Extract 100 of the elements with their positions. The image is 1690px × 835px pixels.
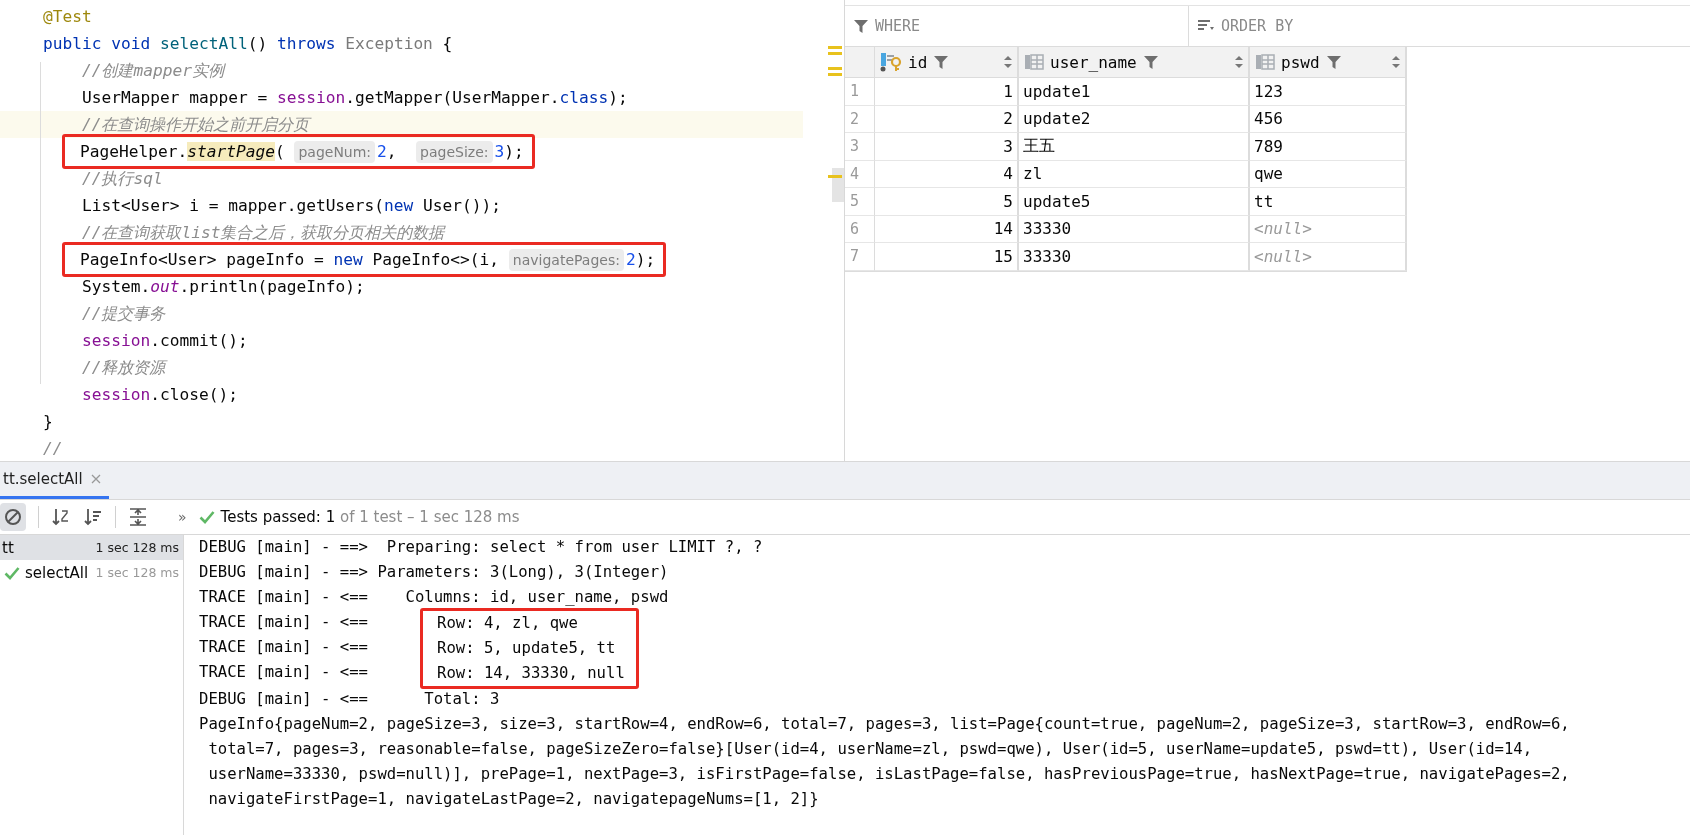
change-marker [828, 73, 842, 76]
table-cell: 王五 [1019, 133, 1250, 161]
code-line: //释放资源 [80, 357, 166, 379]
code-line: @Test [43, 6, 92, 28]
code-line: UserMapper mapper = session.getMapper(UserMapper.class); [80, 87, 628, 109]
table-cell: 3 [875, 133, 1019, 161]
table-cell: 4 [875, 160, 1019, 188]
log-prefix: TRACE [main] - <== [199, 612, 368, 633]
change-marker [828, 67, 842, 70]
sort-by-duration-icon[interactable] [83, 507, 103, 527]
filter-icon[interactable] [853, 18, 869, 34]
row-number: 2 [845, 105, 875, 133]
table-cell: 123 [1250, 78, 1407, 106]
table-cell: update5 [1019, 188, 1250, 216]
test-duration: 1 sec 128 ms [95, 540, 179, 555]
column-filter-icon[interactable] [1142, 54, 1159, 70]
table-cell: 1 [875, 78, 1019, 106]
log-prefix: TRACE [main] - <== [199, 662, 368, 683]
code-text: PageHelper.startPage( [80, 141, 286, 163]
stop-icon [4, 508, 22, 526]
run-tab[interactable]: tt.selectAll [0, 462, 109, 499]
column-name: user_name [1050, 52, 1137, 72]
table-cell: 2 [875, 105, 1019, 133]
change-marker [828, 52, 842, 55]
column-name: pswd [1281, 52, 1320, 72]
table-cell: update1 [1019, 78, 1250, 106]
table-cell: <null> [1250, 243, 1407, 271]
test-name: selectAll [25, 563, 89, 582]
table-cell: zl [1019, 160, 1250, 188]
console-line: DEBUG [main] - ==> Parameters: 3(Long), 3(Integer) [199, 562, 670, 583]
console-line: DEBUG [main] - <== Total: 3 [199, 689, 501, 710]
table-cell: 5 [875, 188, 1019, 216]
table-cell: qwe [1250, 160, 1407, 188]
sort-alphabetically-icon[interactable] [51, 507, 71, 527]
check-icon [198, 510, 215, 524]
code-line: System.out.println(pageInfo); [80, 276, 365, 298]
sort-arrows-icon[interactable] [1235, 56, 1243, 68]
table-cell: <null> [1250, 215, 1407, 243]
row-number: 4 [845, 160, 875, 188]
scrollbar-thumb[interactable] [832, 168, 844, 202]
code-text: PageInfo<User> pageInfo = new PageInfo<>(i, [80, 249, 501, 271]
sort-arrows-icon[interactable] [1392, 56, 1400, 68]
key-column-icon [880, 52, 902, 72]
code-line: //创建mapper实例 [80, 60, 224, 82]
sort-arrows-icon[interactable] [1004, 56, 1012, 68]
stop-button[interactable] [0, 503, 26, 531]
table-cell: 456 [1250, 105, 1407, 133]
console-line: DEBUG [main] - ==> Preparing: select * from user LIMIT ?, ? [199, 537, 764, 558]
column-icon [1255, 53, 1275, 71]
code-text: 2, [377, 141, 398, 163]
row-number: 7 [845, 243, 875, 271]
console-line: navigateFirstPage=1, navigateLastPage=2, navigatepageNums=[1, 2]} [207, 789, 820, 810]
more-actions[interactable]: » [178, 509, 187, 525]
inlay-hint: navigatePages: [508, 248, 624, 271]
console-line: total=7, pages=3, reasonable=false, pageSizeZero=false}[User(id=4, userName=zl, pswd=qwe), User(id=5, userName=update5, pswd=tt), User(id=14, [207, 739, 1534, 760]
expand-all-icon[interactable] [128, 507, 148, 527]
test-duration: 1 sec 128 ms [95, 565, 179, 580]
column-filter-icon[interactable] [933, 54, 950, 70]
code-line: List<User> i = mapper.getUsers(new User()); [80, 195, 502, 217]
column-header[interactable]: pswd [1250, 47, 1407, 78]
row-number: 6 [845, 215, 875, 243]
check-icon [4, 565, 20, 580]
test-name: tt [2, 538, 14, 557]
sort-icon[interactable] [1197, 19, 1215, 33]
console-line: TRACE [main] - <== Columns: id, user_name, pswd [199, 587, 670, 608]
row-number: 1 [845, 78, 875, 106]
code-line: public void selectAll() throws Exception { [43, 33, 453, 55]
table-cell: 15 [875, 243, 1019, 271]
code-line: session.close(); [80, 384, 238, 406]
code-text: 2); [625, 249, 656, 271]
row-number: 5 [845, 188, 875, 216]
table-cell: 14 [875, 215, 1019, 243]
log-row-text: Row: 4, zl, qwe [437, 613, 579, 634]
code-line: session.commit(); [80, 330, 248, 352]
console-line: PageInfo{pageNum=2, pageSize=3, size=3, startRow=4, endRow=6, total=7, pages=3, list=Page{count=true, pageNum=2, pageSize=3, startRow=3, endRow=6, [199, 714, 1571, 735]
test-tree-item[interactable]: selectAll 1 sec 128 ms [0, 560, 183, 585]
test-tree-item[interactable]: tt 1 sec 128 ms [0, 535, 183, 560]
change-marker [828, 175, 842, 178]
column-header[interactable]: user_name [1019, 47, 1250, 78]
column-header[interactable]: id [875, 47, 1019, 78]
column-name: id [908, 52, 928, 72]
column-filter-icon[interactable] [1325, 54, 1342, 70]
order-by-label[interactable]: ORDER BY [1221, 17, 1294, 35]
code-line: } [43, 411, 53, 433]
log-row-text: Row: 5, update5, tt [437, 638, 617, 659]
code-line: //在查询获取list集合之后，获取分页相关的数据 [80, 222, 445, 244]
column-icon [1024, 53, 1044, 71]
code-line: //提交事务 [80, 303, 166, 325]
code-line: //执行sql [80, 168, 163, 190]
table-cell: 789 [1250, 133, 1407, 161]
table-cell: 33330 [1019, 243, 1250, 271]
code-line: // [43, 438, 63, 460]
table-cell: 33330 [1019, 215, 1250, 243]
inlay-hint: pageSize: [416, 140, 493, 163]
table-cell: tt [1250, 188, 1407, 216]
log-prefix: TRACE [main] - <== [199, 637, 368, 658]
code-text: 3); [494, 141, 524, 163]
inlay-hint: pageNum: [294, 140, 376, 163]
change-marker [828, 46, 842, 49]
close-icon[interactable] [90, 474, 101, 484]
